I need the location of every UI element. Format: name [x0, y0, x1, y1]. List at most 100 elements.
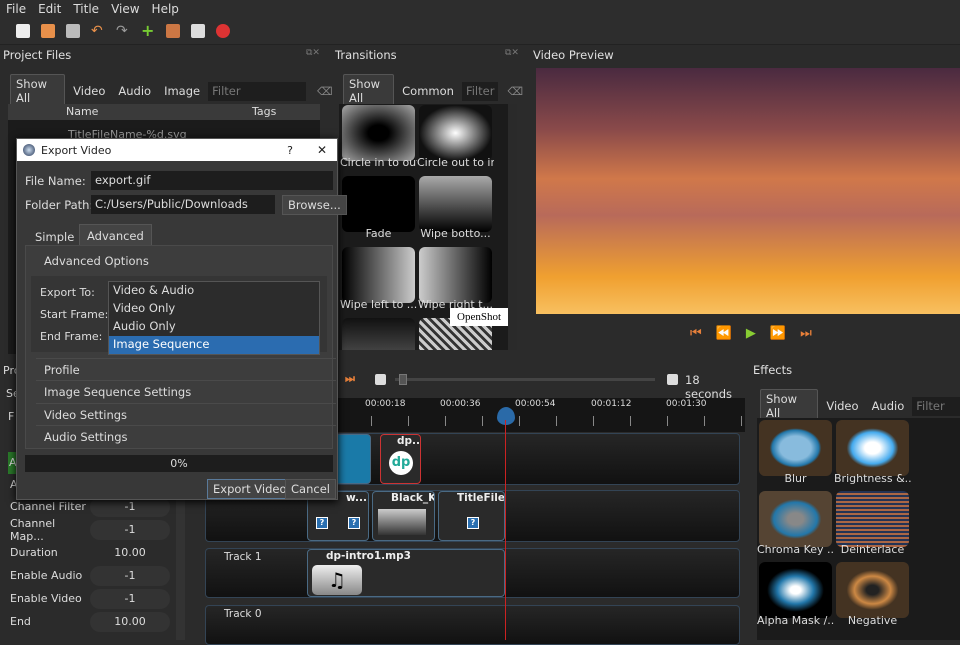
export-to-dropdown-list[interactable]: Video & Audio Video Only Audio Only Imag…	[108, 281, 320, 355]
project-files-filter-input[interactable]: Filter	[208, 81, 306, 101]
clip-label: TitleFile...	[457, 492, 505, 504]
export-video-dialog: Export Video ? ✕ File Name: export.gif F…	[16, 138, 347, 500]
column-tags[interactable]: Tags	[252, 104, 276, 120]
effect-thumb[interactable]	[836, 420, 909, 476]
menu-file[interactable]: File	[6, 2, 26, 16]
panel-float-close-icons[interactable]: ⧉✕	[306, 48, 320, 58]
filter-common[interactable]: Common	[397, 82, 459, 100]
tab-simple[interactable]: Simple	[29, 227, 80, 247]
track-label: Track 1	[224, 551, 262, 563]
property-row[interactable]: Enable Video -1	[0, 587, 175, 610]
close-button[interactable]: ✕	[317, 143, 327, 157]
filter-video[interactable]: Video	[68, 82, 110, 100]
redo-icon[interactable]: ↷	[116, 24, 130, 38]
cancel-button[interactable]: Cancel	[285, 479, 336, 499]
tooltip: OpenShot	[450, 308, 508, 326]
menu-edit[interactable]: Edit	[38, 2, 61, 16]
filter-show-all[interactable]: Show All	[10, 74, 66, 108]
advanced-options-header[interactable]: Advanced Options	[36, 250, 336, 272]
profile-section[interactable]: Profile	[36, 358, 336, 380]
save-project-icon[interactable]	[66, 24, 80, 38]
option-image-sequence[interactable]: Image Sequence	[109, 336, 319, 354]
filter-audio[interactable]: Audio	[113, 82, 156, 100]
end-frame-label: End Frame:	[40, 330, 103, 343]
jump-end-icon[interactable]: ⏭	[800, 326, 812, 341]
transition-thumb[interactable]	[419, 105, 492, 161]
file-name-input[interactable]: export.gif	[91, 171, 333, 190]
profile-icon[interactable]	[166, 24, 180, 38]
filter-image[interactable]: Image	[159, 82, 205, 100]
transitions-panel: Transitions ⧉✕ Show All Common Filter ⌫ …	[333, 45, 523, 355]
zoom-label: 18 seconds	[685, 373, 733, 401]
scrollbar[interactable]	[176, 490, 185, 640]
effects-filter-input[interactable]: Filter	[912, 396, 960, 416]
track-1[interactable]: Track 1 dp-intro1.mp3 ♫	[205, 548, 740, 598]
folder-path-input[interactable]: C:/Users/Public/Downloads	[91, 195, 275, 214]
transition-thumb[interactable]	[419, 247, 492, 303]
import-files-icon[interactable]: +	[141, 23, 155, 39]
help-button[interactable]: ?	[287, 144, 293, 157]
jump-start-icon[interactable]: ⏮	[690, 326, 702, 341]
clip[interactable]: dp... dp	[380, 434, 421, 484]
browse-button[interactable]: Browse...	[282, 195, 347, 215]
file-name-label: File Name:	[25, 174, 86, 188]
property-row[interactable]: Duration 10.00	[0, 541, 175, 564]
openshot-logo-icon	[23, 144, 35, 156]
playhead-handle[interactable]	[497, 407, 515, 425]
undo-icon[interactable]: ↶	[91, 24, 105, 38]
filter-input[interactable]: F	[8, 410, 14, 423]
clip[interactable]: Black_K...	[372, 491, 435, 541]
effects-grid: Blur Brightness &... Chroma Key ... Dein…	[757, 418, 960, 640]
clear-filter-icon[interactable]: ⌫	[317, 85, 333, 98]
new-project-icon[interactable]	[16, 24, 30, 38]
video-settings-section[interactable]: Video Settings	[36, 403, 336, 425]
zoom-out-icon[interactable]	[375, 374, 386, 385]
open-project-icon[interactable]	[41, 24, 55, 38]
clip[interactable]: dp-intro1.mp3 ♫	[307, 549, 505, 597]
zoom-slider[interactable]	[395, 374, 655, 385]
filter-video[interactable]: Video	[821, 397, 863, 415]
rewind-icon[interactable]: ⏪	[716, 326, 732, 341]
audio-settings-section[interactable]: Audio Settings	[36, 425, 336, 447]
filter-show-all[interactable]: Show All	[343, 74, 395, 108]
image-sequence-settings-section[interactable]: Image Sequence Settings	[36, 380, 336, 402]
export-video-button[interactable]: Export Video	[207, 479, 293, 499]
menu-view[interactable]: View	[111, 2, 139, 16]
property-row[interactable]: Channel Map... -1	[0, 517, 175, 543]
effect-thumb[interactable]	[759, 562, 832, 618]
export-to-label: Export To:	[40, 286, 95, 299]
column-name[interactable]: Name	[66, 104, 252, 120]
zoom-in-icon[interactable]	[667, 374, 678, 385]
transition-thumb[interactable]	[342, 247, 415, 303]
option-audio-only[interactable]: Audio Only	[109, 318, 319, 336]
scrollbar[interactable]	[508, 104, 517, 350]
clear-filter-icon[interactable]: ⌫	[507, 85, 523, 98]
tab-advanced[interactable]: Advanced	[79, 224, 152, 247]
play-icon[interactable]: ▶	[746, 326, 756, 341]
effect-thumb[interactable]	[836, 491, 909, 547]
jump-end-icon[interactable]: ⏭	[345, 372, 355, 386]
transition-thumb[interactable]	[342, 176, 415, 232]
clip-label: dp-intro1.mp3	[326, 550, 411, 562]
fullscreen-icon[interactable]	[191, 24, 205, 38]
track-0[interactable]: Track 0	[205, 605, 740, 645]
filter-audio[interactable]: Audio	[867, 397, 910, 415]
menu-title[interactable]: Title	[73, 2, 99, 16]
effect-thumb[interactable]	[836, 562, 909, 618]
property-row[interactable]: End 10.00	[0, 610, 175, 633]
fast-forward-icon[interactable]: ⏩	[770, 326, 786, 341]
panel-float-close-icons[interactable]: ⧉✕	[505, 48, 519, 58]
clip[interactable]: TitleFile...?	[438, 491, 505, 541]
property-row[interactable]: Enable Audio -1	[0, 564, 175, 587]
menu-help[interactable]: Help	[152, 2, 179, 16]
export-video-icon[interactable]	[216, 24, 230, 38]
transition-thumb[interactable]	[342, 105, 415, 161]
option-video-only[interactable]: Video Only	[109, 300, 319, 318]
transition-thumb[interactable]	[419, 176, 492, 232]
option-video-audio[interactable]: Video & Audio	[109, 282, 319, 300]
timeline-ruler[interactable]: 00:00:18 00:00:36 00:00:54 00:01:12 00:0…	[335, 398, 745, 432]
transitions-filter-input[interactable]: Filter	[461, 81, 499, 101]
effect-thumb[interactable]	[759, 491, 832, 547]
effect-thumb[interactable]	[759, 420, 832, 476]
transition-thumb[interactable]	[342, 318, 415, 350]
